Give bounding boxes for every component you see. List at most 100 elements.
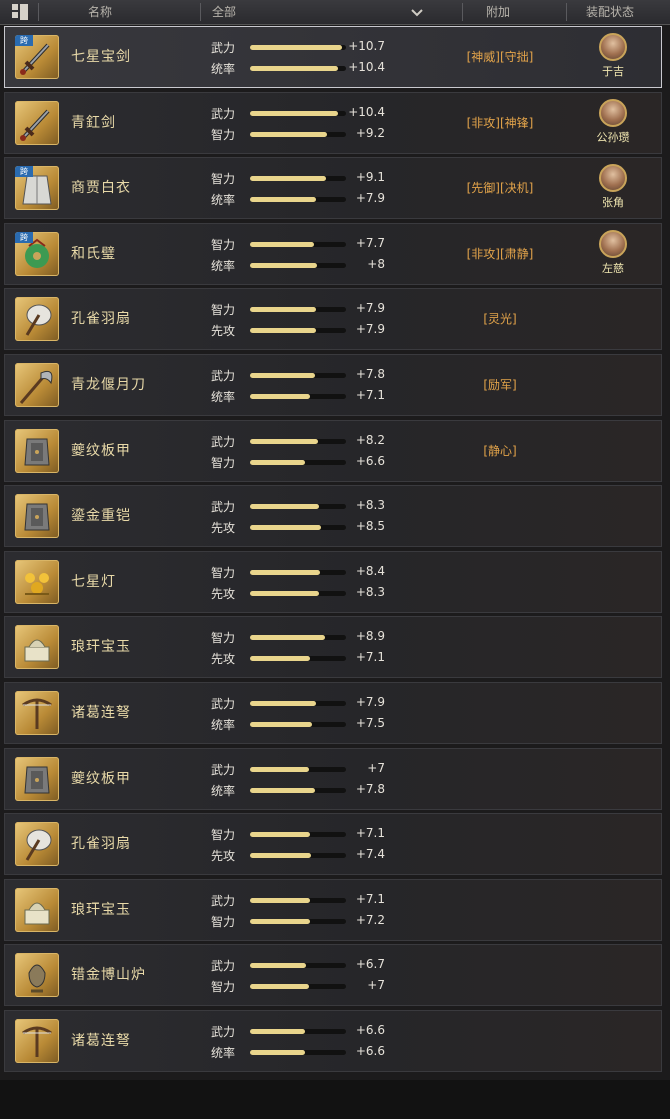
stat-value: +7.9 [355,301,385,316]
stat-bar [250,656,346,662]
stat-value: +7 [367,760,385,775]
stat-bar-fill [250,262,318,268]
stat-bar [250,262,346,268]
bonus-skills: [励军] [483,378,517,392]
item-name: 夔纹板甲 [71,442,131,459]
equipped-general[interactable]: 左慈 [583,229,643,280]
stat-label: 先攻 [211,652,236,667]
stat-label: 智力 [211,631,236,646]
general-name: 左慈 [602,261,624,275]
stat-value: +6.6 [355,1044,385,1058]
stat-value: +7.7 [355,235,385,250]
stat-value: +7.4 [355,847,385,862]
stat-bar [250,701,346,706]
stat-value: +7.1 [355,891,385,906]
stat-label: 智力 [211,237,236,252]
robe-icon: 跨 [15,166,59,211]
stat-bar-fill [250,328,317,334]
stat-value: +9.1 [355,170,385,185]
stat-bar-fill [250,918,311,924]
stat-bar-fill [250,787,316,793]
stat-label: 统率 [211,62,236,76]
stat-label: 武力 [211,434,236,449]
stat-bar [250,722,346,727]
grid-view-icon[interactable] [12,4,28,20]
stat-value: +6.7 [355,957,385,972]
stat-bar [250,853,346,859]
equipment-row[interactable]: 诸葛连弩 武力 +7.9 统率 +7.5 [4,682,662,744]
equipment-row[interactable]: 琅玕宝玉 智力 +8.9 先攻 +7.1 [4,616,662,679]
stat-bar [250,66,346,71]
stat-bar [250,373,346,378]
bonus-skills: [先御][决机] [466,181,534,196]
equipment-row[interactable]: 鎏金重铠 武力 +8.3 先攻 +8.5 [4,485,662,548]
stat-bar [250,1029,346,1034]
stat-bar-fill [250,45,343,50]
item-name: 青釭剑 [71,114,116,131]
item-name: 错金博山炉 [71,967,146,984]
stat-bar [250,131,346,137]
armor-icon [15,756,59,801]
stat-bar-fill [250,307,317,313]
stat-value: +7.2 [355,912,385,927]
stat-value: +10.7 [348,39,385,53]
stat-value: +9.2 [355,125,385,140]
chevron-down-icon[interactable] [410,5,424,19]
filter-dropdown-value[interactable]: 全部 [212,0,236,24]
stat-bar [250,963,346,969]
stat-label: 武力 [211,697,236,711]
bonus-skills [405,683,595,743]
stat-label: 先攻 [211,521,236,536]
equipment-row[interactable]: 夔纹板甲 武力 +7 统率 +7.8 [4,747,662,810]
list-header: 名称 全部 附加 装配状态 [0,0,670,25]
stat-value: +10.4 [348,104,385,119]
stat-label: 武力 [211,500,236,515]
stat-bar-fill [250,722,313,727]
bonus-skills [405,880,595,940]
bonus-skills [405,1011,595,1071]
equipment-row[interactable]: 跨和氏璧 智力 +7.7 统率 +8 [非攻][肃静] 左慈 [4,222,662,285]
item-name: 夔纹板甲 [71,770,131,787]
stat-bar [250,241,346,247]
stat-label: 智力 [211,303,236,318]
equipped-general[interactable]: 于吉 [583,33,643,83]
stat-value: +10.4 [348,60,385,74]
stat-bar-fill [250,656,310,662]
equipped-general[interactable]: 公孙瓒 [583,98,643,149]
cross-server-badge: 跨 [15,35,33,46]
equipment-row[interactable]: 琅玕宝玉 武力 +7.1 智力 +7.2 [4,878,662,941]
stat-value: +8.3 [355,584,385,599]
stat-bar-fill [250,176,326,182]
stat-bar-fill [250,701,317,706]
equipment-row[interactable]: 诸葛连弩 武力 +6.6 统率 +6.6 [4,1010,662,1072]
equipment-row[interactable]: 七星灯 智力 +8.4 先攻 +8.3 [4,550,662,613]
cross-server-badge: 跨 [15,231,33,243]
equipment-row[interactable]: 跨七星宝剑 武力 +10.7 统率 +10.4 [神威][守拙] 于吉 [4,26,662,88]
equipment-row[interactable]: 孔雀羽扇 智力 +7.1 先攻 +7.4 [4,813,662,876]
stat-bar-fill [250,459,305,465]
stat-label: 先攻 [211,324,236,339]
incense-burner-icon [15,953,59,998]
equipment-row[interactable]: 孔雀羽扇 智力 +7.9 先攻 +7.9 [灵光] [4,288,662,351]
equipment-row[interactable]: 错金博山炉 武力 +6.7 智力 +7 [4,944,662,1007]
equipment-row[interactable]: 青釭剑 武力 +10.4 智力 +9.2 [非攻][神锋] 公孙瓒 [4,91,662,154]
stat-label: 武力 [211,762,236,777]
stat-bar [250,176,346,182]
item-name: 商贾白衣 [71,180,131,197]
equipment-row[interactable]: 夔纹板甲 武力 +8.2 智力 +6.6 [静心] [4,419,662,482]
glaive-icon [15,363,59,407]
stat-bar [250,984,346,990]
stat-bar-fill [250,897,310,903]
stat-label: 统率 [211,193,236,208]
stat-value: +8.4 [355,563,385,578]
armor-icon [15,428,59,473]
equipment-row[interactable]: 青龙偃月刀 武力 +7.8 统率 +7.1 [励军] [4,354,662,416]
general-portrait-icon [599,98,627,127]
name-column-header[interactable]: 名称 [88,0,112,24]
equipped-general[interactable]: 张角 [583,164,643,214]
equipment-row[interactable]: 跨商贾白衣 智力 +9.1 统率 +7.9 [先御][决机] 张角 [4,157,662,220]
bonus-skills: [神威][守拙] [466,50,534,64]
stat-label: 武力 [211,41,236,55]
stat-bar [250,459,346,465]
stat-bar-fill [250,766,309,772]
